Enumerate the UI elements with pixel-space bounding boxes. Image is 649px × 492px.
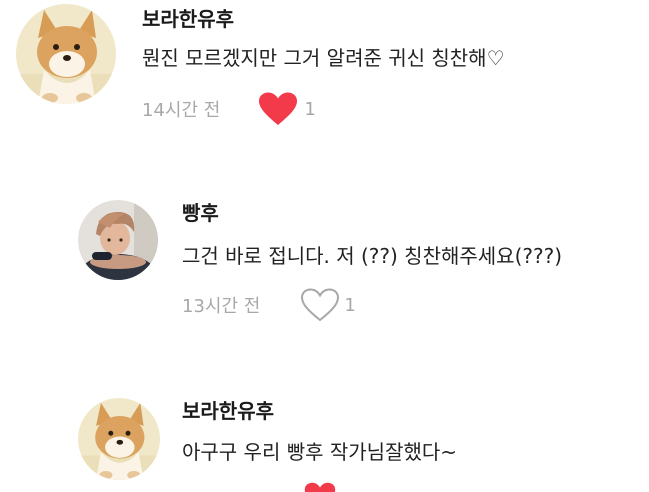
comment-author[interactable]: 빵후	[182, 200, 219, 226]
avatar[interactable]	[16, 4, 116, 104]
comment-2: 빵후 그건 바로 접니다. 저 (??) 칭찬해주세요(???) 13시간 전 …	[0, 180, 649, 340]
comment-author[interactable]: 보라한유후	[182, 398, 274, 424]
comment-timestamp: 13시간 전	[182, 296, 261, 317]
person-photo-avatar-image	[78, 200, 158, 280]
comment-1: 보라한유후 뭔진 모르겠지만 그거 알려준 귀신 칭찬해♡ 14시간 전 1	[0, 0, 649, 150]
avatar[interactable]	[78, 200, 158, 280]
heart-filled-icon[interactable]	[258, 92, 298, 126]
heart-filled-icon-partial[interactable]	[304, 482, 336, 492]
shiba-dog-avatar-image	[78, 398, 160, 480]
comment-text: 아구구 우리 빵후 작가님잘했다~	[182, 440, 458, 464]
avatar[interactable]	[78, 398, 160, 480]
like-count: 1	[344, 294, 356, 316]
like-count: 1	[304, 98, 316, 120]
comment-author[interactable]: 보라한유후	[142, 6, 234, 32]
heart-outline-icon[interactable]	[300, 288, 340, 322]
comment-timestamp: 14시간 전	[142, 100, 221, 121]
comment-3: 보라한유후 아구구 우리 빵후 작가님잘했다~	[0, 380, 649, 492]
comment-text: 그건 바로 접니다. 저 (??) 칭찬해주세요(???)	[182, 244, 563, 268]
comment-text: 뭔진 모르겠지만 그거 알려준 귀신 칭찬해♡	[142, 46, 505, 70]
comment-meta: 14시간 전 1	[142, 92, 316, 126]
comment-meta: 13시간 전 1	[182, 288, 356, 322]
shiba-dog-avatar-image	[16, 4, 116, 104]
